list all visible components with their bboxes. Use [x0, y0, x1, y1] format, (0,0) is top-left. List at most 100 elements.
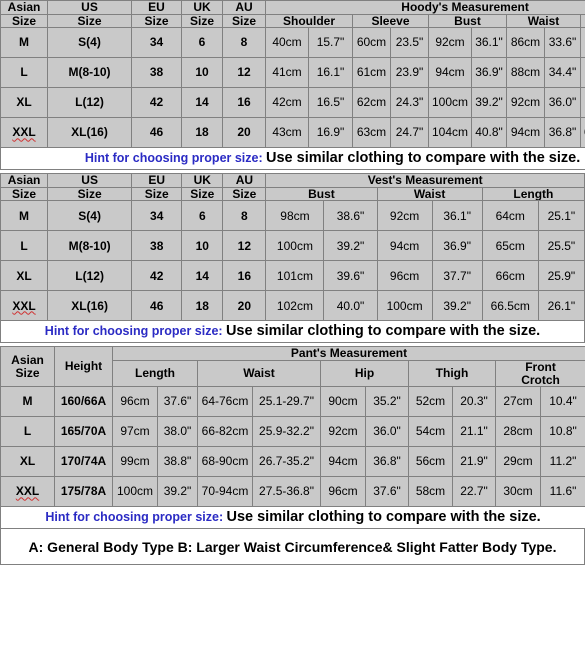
cell-thigh-in: 20.3" — [452, 386, 496, 418]
table-row: M S(4) 34 6 8 40cm 15.7" 60cm 23.5" 92cm… — [0, 27, 585, 59]
cell-asian-size: M — [0, 386, 55, 418]
cell-waist-in: 39.2" — [431, 290, 483, 322]
cell-thigh-cm: 56cm — [408, 446, 453, 478]
cell-bust-in: 39.2" — [323, 230, 378, 262]
cell-eu-size: 42 — [131, 87, 182, 119]
cell-au-size: 12 — [222, 230, 267, 262]
hoody-title: Hoody's Measurement — [264, 0, 585, 15]
col-head-eu-sub: Size — [131, 186, 183, 202]
table-row: M 160/66A 96cm 37.6" 64-76cm 25.1-29.7" … — [0, 386, 585, 418]
cell-shoulder-in: 16.5" — [308, 87, 353, 119]
cell-sleeve-in: 24.7" — [390, 117, 429, 149]
col-head-eu: EU — [131, 0, 182, 15]
cell-sleeve-cm: 61cm — [352, 57, 391, 89]
cell-length-cm: 65cm — [481, 230, 539, 262]
cell-asian-size: L — [0, 416, 55, 448]
hint-prefix: Hint for choosing proper size: — [44, 324, 223, 339]
cell-bust-in: 40.0" — [323, 290, 378, 322]
cell-waist-cm: 96cm — [376, 260, 433, 292]
cell-thigh-in: 21.1" — [452, 416, 496, 448]
cell-length-cm: 97cm — [112, 416, 158, 448]
table-row: XL L(12) 42 14 16 101cm 39.6" 96cm 37.7"… — [0, 260, 585, 292]
cell-crotch-cm: 28cm — [495, 416, 541, 448]
cell-us-size: L(12) — [47, 260, 133, 292]
cell-crotch-cm: 30cm — [495, 476, 541, 508]
hoody-header-row-bottom: Size Size Size Size Size Shoulder Sleeve… — [0, 13, 585, 29]
table-row: L 165/70A 97cm 38.0" 66-82cm 25.9-32.2" … — [0, 416, 585, 448]
col-head-us: US — [47, 173, 133, 188]
cell-uk-size: 18 — [181, 290, 224, 322]
hoody-col-waist: Waist — [506, 13, 581, 29]
hoody-col-shoulder: Shoulder — [265, 13, 353, 29]
table-row: XL L(12) 42 14 16 42cm 16.5" 62cm 24.3" … — [0, 87, 585, 119]
cell-asian-size: XL — [0, 260, 49, 292]
cell-length-in: 39.2" — [157, 476, 198, 508]
cell-height: 160/66A — [54, 386, 113, 418]
cell-bust-cm: 94cm — [428, 57, 472, 89]
cell-length-cm: 66.5cm — [481, 290, 539, 322]
cell-hip-in: 36.8" — [365, 446, 409, 478]
cell-crotch-cm: 27cm — [495, 386, 541, 418]
cell-waist-cm: 64-76cm — [197, 386, 253, 418]
cell-waist-cm: 88cm — [506, 57, 545, 89]
cell-us-size: M(8-10) — [47, 57, 132, 89]
cell-length-in: 26.1" — [537, 290, 585, 322]
cell-waist-cm: 92cm — [506, 87, 545, 119]
cell-asian-size: M — [0, 27, 48, 59]
table-row: XXL XL(16) 46 18 20 43cm 16.9" 63cm 24.7… — [0, 117, 585, 149]
vest-col-waist: Waist — [376, 186, 483, 202]
cell-us-size: M(8-10) — [47, 230, 133, 262]
cell-thigh-in: 21.9" — [452, 446, 496, 478]
cell-au-size: 16 — [222, 260, 267, 292]
cell-waist-in: 36.0" — [544, 87, 581, 119]
cell-hip-in: 37.6" — [365, 476, 409, 508]
body-type-note: A: General Body Type B: Larger Waist Cir… — [0, 529, 585, 566]
cell-waist-cm: 100cm — [376, 290, 433, 322]
hint-text: Use similar clothing to compare with the… — [226, 509, 541, 526]
col-head-eu-sub: Size — [131, 13, 182, 29]
cell-uk-size: 10 — [181, 230, 224, 262]
cell-bust-cm: 98cm — [265, 200, 325, 232]
cell-length-cm: 66cm — [481, 260, 539, 292]
cell-asian-size: L — [0, 57, 48, 89]
cell-shoulder-cm: 40cm — [265, 27, 309, 59]
cell-eu-size: 46 — [131, 117, 182, 149]
cell-eu-size: 38 — [131, 57, 182, 89]
cell-uk-size: 18 — [181, 117, 223, 149]
cell-eu-size: 38 — [131, 230, 183, 262]
cell-waist-in: 37.7" — [431, 260, 483, 292]
cell-bust-cm: 92cm — [428, 27, 472, 59]
cell-hip-in: 36.0" — [365, 416, 409, 448]
vest-header-row-bottom: Size Size Size Size Size Bust Waist Leng… — [0, 186, 585, 202]
cell-length-cm: 64cm — [481, 200, 539, 232]
cell-crotch-cm: 29cm — [495, 446, 541, 478]
table-row: M S(4) 34 6 8 98cm 38.6" 92cm 36.1" 64cm… — [0, 200, 585, 232]
cell-asian-size: XXL — [0, 476, 55, 508]
pant-col-head-height: Height — [54, 346, 113, 388]
cell-waist-in: 33.6" — [544, 27, 581, 59]
cell-bust-cm: 104cm — [428, 117, 472, 149]
cell-sleeve-in: 23.5" — [390, 27, 429, 59]
cell-shoulder-cm: 43cm — [265, 117, 309, 149]
cell-uk-size: 14 — [181, 260, 224, 292]
col-head-us: US — [47, 0, 132, 15]
cell-length-cm: 99cm — [112, 446, 158, 478]
cell-au-size: 12 — [222, 57, 266, 89]
pant-col-waist: Waist — [197, 359, 321, 388]
cell-hip-cm: 96cm — [320, 476, 366, 508]
cell-bust-cm: 101cm — [265, 260, 325, 292]
cell-bust-in: 38.6" — [323, 200, 378, 232]
cell-length-in: 38.0" — [157, 416, 198, 448]
vest-header-row-top: Asian US EU UK AU Vest's Measurement — [0, 173, 585, 188]
cell-waist-in: 36.1" — [431, 200, 483, 232]
col-head-asian-sub: Size — [0, 13, 48, 29]
size-chart-sheet: Asian US EU UK AU Hoody's Measurement Si… — [0, 0, 585, 668]
cell-sleeve-cm: 63cm — [352, 117, 391, 149]
hoody-size-table: Asian US EU UK AU Hoody's Measurement Si… — [0, 0, 585, 171]
vest-size-table: Asian US EU UK AU Vest's Measurement Siz… — [0, 173, 585, 344]
col-head-asian: Asian — [0, 173, 49, 188]
pant-col-front-crotch: Front Crotch — [494, 359, 585, 388]
hint-prefix: Hint for choosing proper size: — [84, 151, 263, 166]
cell-hip-cm: 92cm — [320, 416, 366, 448]
cell-waist-cm: 94cm — [506, 117, 545, 149]
